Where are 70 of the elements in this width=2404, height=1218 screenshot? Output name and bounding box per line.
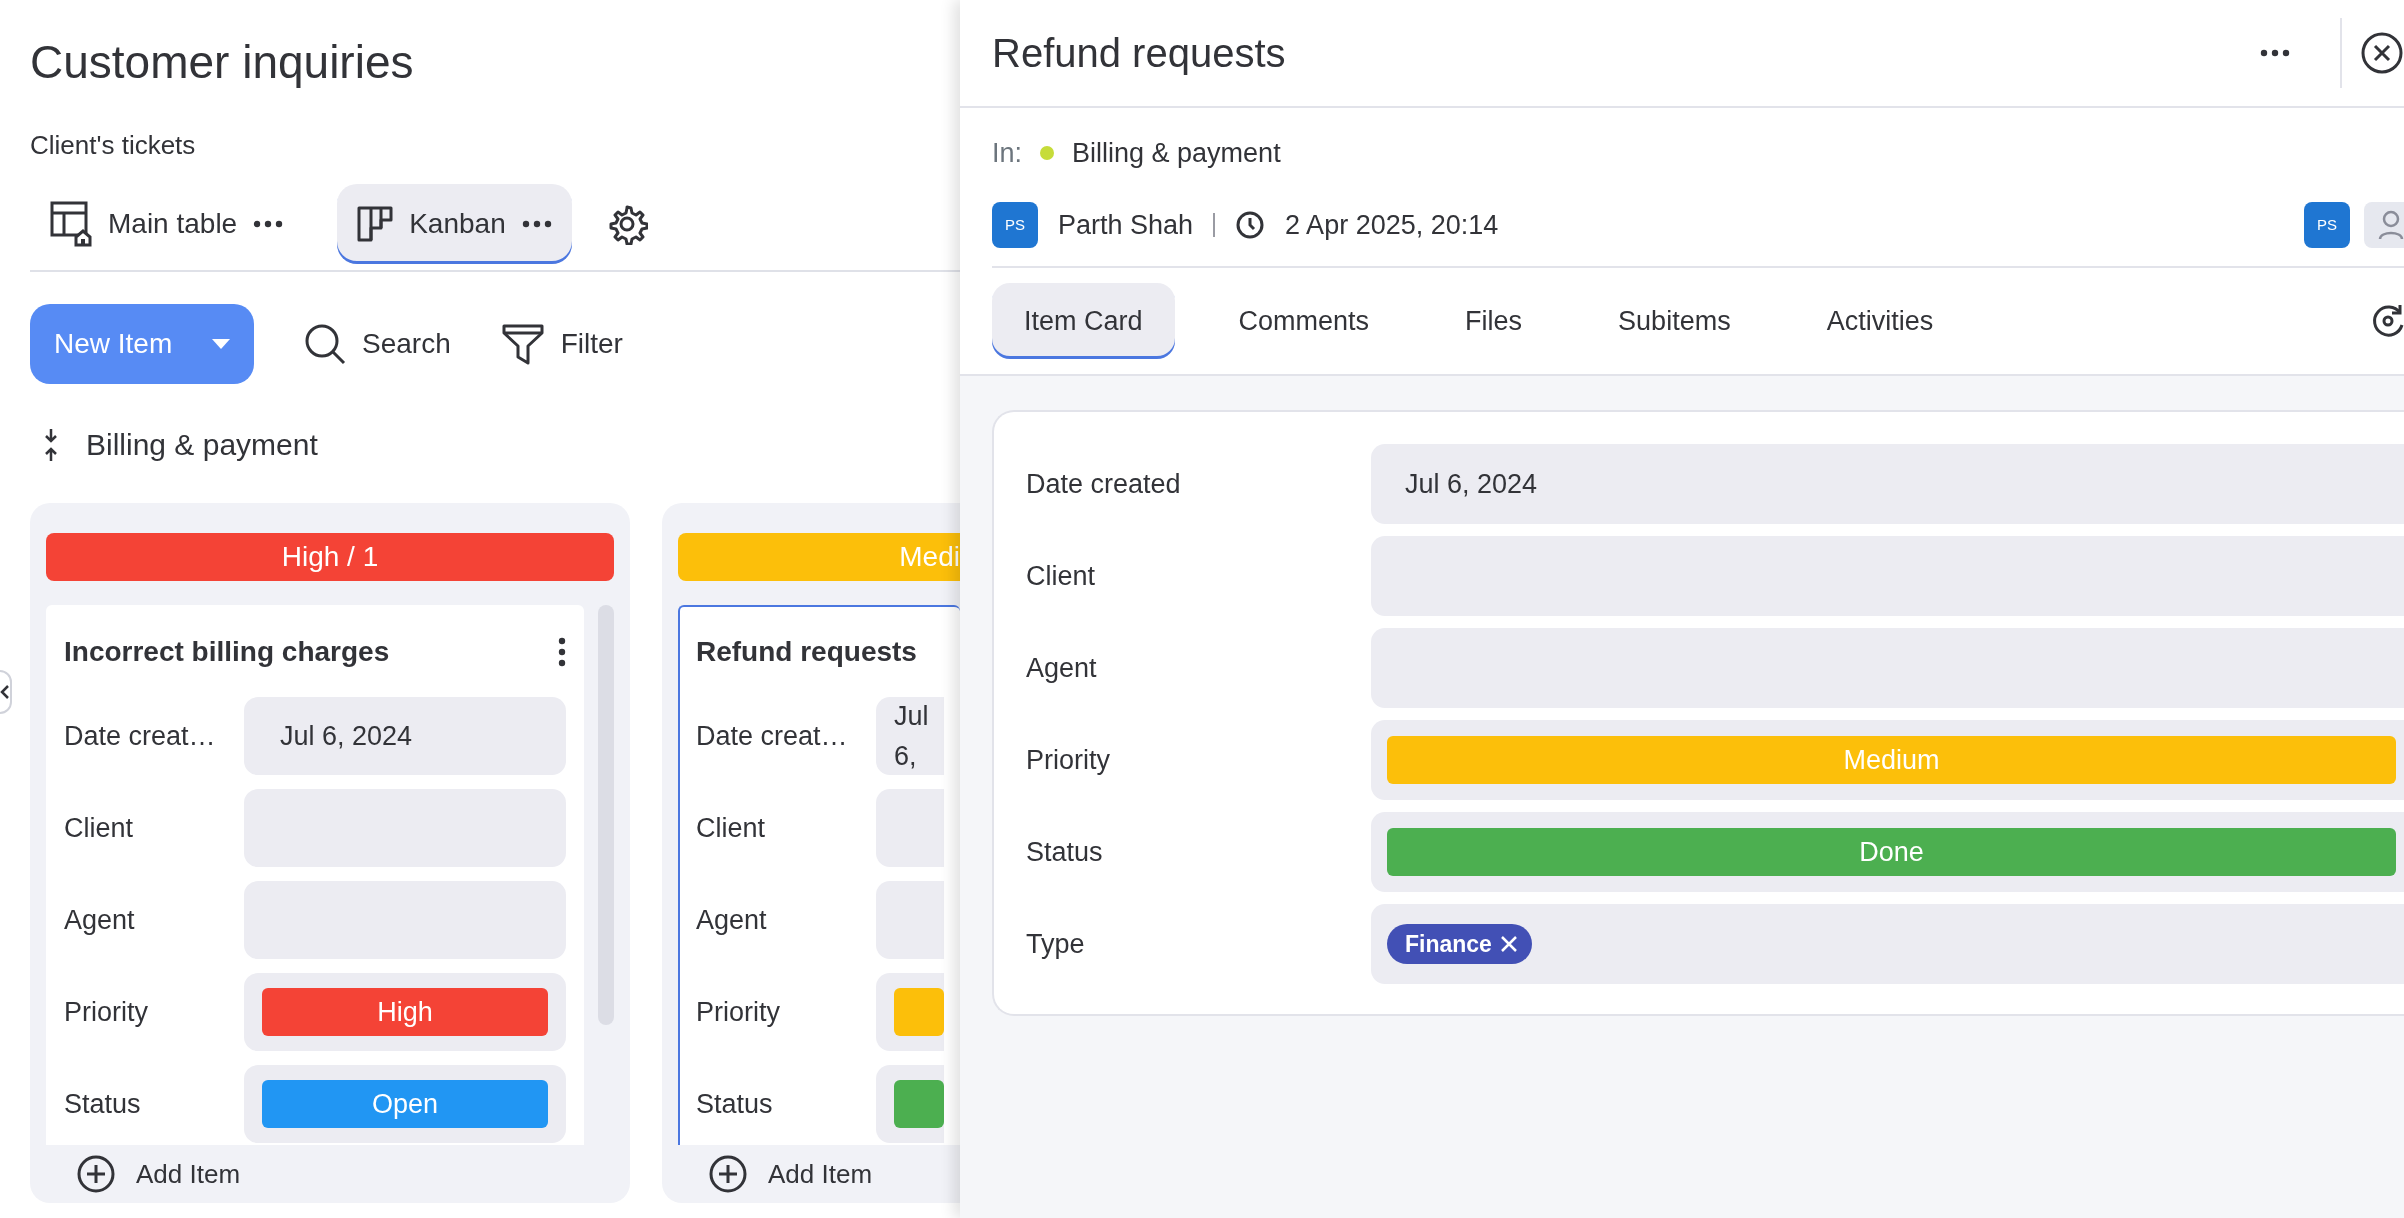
panel-title: Refund requests <box>992 30 1287 77</box>
caret-icon <box>212 339 230 349</box>
avatar: PS <box>2304 202 2350 248</box>
more-icon[interactable] <box>253 219 284 228</box>
field-value: Jul 6, 2024 <box>1371 444 2404 524</box>
panel-tab[interactable]: Files <box>1433 283 1555 359</box>
add-person-button[interactable] <box>2364 202 2404 248</box>
field-label: Status <box>64 1087 142 1121</box>
field-label: Date creat… <box>64 719 217 753</box>
item-card[interactable]: Refund requests Date creat… Jul 6, Client Agent Priority Status <box>678 605 960 1145</box>
item-card[interactable]: Incorrect billing charges Date creat… Jul 6, 2024 Client Agent Priority High Status Open <box>46 605 584 1145</box>
field-value: Jul 6, 2024 <box>244 697 566 775</box>
status-label: High <box>262 988 548 1036</box>
group-title: Billing & payment <box>86 427 318 463</box>
separator <box>1213 213 1216 237</box>
collapse-icon[interactable] <box>44 428 58 461</box>
table-icon <box>50 200 92 247</box>
field-label: Agent <box>64 903 136 937</box>
board-title: Customer inquiries <box>30 35 415 90</box>
panel-tab[interactable]: Comments <box>1206 283 1402 359</box>
add-icon <box>708 1154 748 1194</box>
search-icon <box>304 323 346 365</box>
view-tab[interactable]: Kanban <box>337 183 572 264</box>
add-item-button[interactable]: Add Item <box>46 1153 247 1195</box>
author-name: Parth Shah <box>1058 208 1194 242</box>
more-icon[interactable] <box>521 219 552 228</box>
panel-tab[interactable]: Activities <box>1794 283 1966 359</box>
field-label: Client <box>1026 559 1097 593</box>
filter-button[interactable]: Filter <box>500 322 623 366</box>
field-label: Date created <box>1026 467 1182 501</box>
more-icon[interactable] <box>2260 49 2290 57</box>
chevron-icon <box>0 684 10 700</box>
field-label: Priority <box>696 995 781 1029</box>
column-header: High / 1 <box>46 533 614 581</box>
clock-icon <box>1235 210 1266 240</box>
add-icon <box>76 1154 116 1194</box>
add-item-button[interactable]: Add Item <box>678 1153 879 1195</box>
view-tab[interactable]: Main table <box>30 183 304 264</box>
status-label: Done <box>1387 828 2396 876</box>
board-subtitle: Client's tickets <box>30 129 196 162</box>
tag-label: Finance <box>1405 929 1492 959</box>
more-icon[interactable] <box>558 637 566 667</box>
close-icon[interactable] <box>2360 31 2404 75</box>
field-label: Type <box>1026 927 1086 961</box>
filter-icon <box>500 322 545 366</box>
field-label: Client <box>64 811 135 845</box>
field-label: Client <box>696 811 767 845</box>
panel-tab[interactable]: Item Card <box>992 283 1175 359</box>
status-label: Medium <box>1387 736 2396 784</box>
field-label: Status <box>696 1087 774 1121</box>
card-title: Refund requests <box>696 635 917 669</box>
location-name: Billing & payment <box>1072 136 1281 170</box>
created-time: 2 Apr 2025, 20:14 <box>1285 208 1499 242</box>
field-label: Agent <box>696 903 768 937</box>
card-title: Incorrect billing charges <box>64 635 390 669</box>
search-button[interactable]: Search <box>304 323 451 365</box>
avatar: PS <box>992 202 1038 248</box>
kanban-icon <box>357 205 394 242</box>
field-label: Priority <box>64 995 149 1029</box>
field-label: Date creat… <box>696 719 849 753</box>
field-label: Agent <box>1026 651 1098 685</box>
column-header: Medi <box>678 533 960 581</box>
person-icon <box>2378 210 2404 240</box>
field-value: Jul 6, <box>876 697 944 775</box>
field-label: Priority <box>1026 743 1111 777</box>
field-label: Status <box>1026 835 1104 869</box>
panel-tab[interactable]: Subitems <box>1586 283 1763 359</box>
location-prefix: In: <box>992 136 1023 170</box>
tag-chip[interactable]: Finance <box>1387 924 1532 964</box>
status-label: Open <box>262 1080 548 1128</box>
